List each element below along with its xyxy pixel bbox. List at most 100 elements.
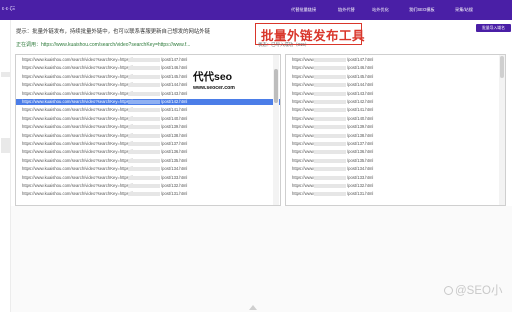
- url-suffix: /post/147.html: [347, 57, 374, 62]
- url-row[interactable]: https://www.kuaishou.com/search/video?se…: [16, 191, 280, 197]
- masked-domain: [128, 175, 160, 180]
- url-prefix: https://www.kuaishou.com/search/video?se…: [22, 141, 143, 146]
- masked-domain: [314, 74, 346, 79]
- url-row[interactable]: https://www.kuaishou.com/search/video?se…: [16, 158, 280, 164]
- url-prefix: https://www.: [292, 65, 315, 71]
- url-row[interactable]: https://www. /post/138.html: [286, 133, 505, 139]
- url-prefix: https://www.kuaishou.com/search/video?se…: [22, 73, 143, 79]
- url-suffix: /post/140.html: [161, 115, 188, 121]
- nav-item-external-links[interactable]: 链外代替: [338, 7, 355, 13]
- url-row[interactable]: https://www.kuaishou.com/search/video?se…: [16, 107, 280, 113]
- url-prefix: https://www.kuaishou.com/search/video?se…: [22, 65, 143, 71]
- nav-item-seo-templates[interactable]: 我们SEO模板: [409, 7, 435, 13]
- watermark-title: 代代seo: [193, 71, 233, 83]
- url-row[interactable]: https://www. /post/135.html: [286, 158, 505, 164]
- url-suffix: /post/133.html: [161, 174, 188, 180]
- url-row[interactable]: https://www. /post/136.html: [286, 149, 505, 155]
- watermark-site: www.seocer.com: [193, 85, 235, 91]
- url-suffix: /post/145.html: [161, 73, 188, 79]
- url-prefix: https://www.kuaishou.com/search/video?se…: [22, 149, 143, 155]
- main-nav: 代替批量链接 链外代替 站外优化 我们SEO模板 采集/站搜: [0, 0, 512, 20]
- url-prefix: https://www.kuaishou.com/search/video?se…: [22, 191, 143, 197]
- url-row[interactable]: https://www. /post/140.html: [286, 116, 505, 122]
- masked-domain: [128, 142, 160, 146]
- url-suffix: /post/137.html: [161, 141, 188, 146]
- url-row[interactable]: https://www.kuaishou.com/search/video?se…: [16, 133, 280, 139]
- url-row[interactable]: https://www.kuaishou.com/search/video?se…: [16, 175, 280, 181]
- masked-domain: [314, 167, 346, 172]
- url-suffix: /post/139.html: [161, 124, 188, 130]
- left-list-scrollbar[interactable]: [273, 55, 279, 205]
- url-row[interactable]: https://www.kuaishou.com/search/video?se…: [16, 166, 280, 172]
- batch-import-button[interactable]: 批量导入域名: [476, 24, 511, 32]
- scrollbar-thumb[interactable]: [500, 56, 504, 78]
- url-row[interactable]: https://www. /post/133.html: [286, 175, 505, 181]
- app-window: ε·ε·ζΞ 代替批量链接 链外代替 站外优化 我们SEO模板 采集/站搜 提示…: [0, 0, 512, 312]
- url-suffix: /post/131.html: [347, 191, 374, 197]
- url-prefix: https://www.kuaishou.com/search/video?se…: [22, 57, 143, 62]
- url-suffix: /post/139.html: [347, 124, 374, 130]
- url-prefix: https://www.kuaishou.com/search/video?se…: [22, 183, 143, 188]
- masked-domain: [314, 108, 346, 113]
- gutter-marker: [1, 72, 10, 77]
- url-row[interactable]: https://www. /post/146.html: [286, 65, 505, 71]
- masked-domain: [314, 192, 346, 197]
- scroll-up-arrow-icon[interactable]: [249, 305, 257, 310]
- url-prefix: https://www.kuaishou.com/search/video?se…: [22, 174, 143, 180]
- url-row[interactable]: https://www. /post/141.html: [286, 107, 505, 113]
- masked-domain: [314, 66, 346, 71]
- url-row[interactable]: https://www.kuaishou.com/search/video?se…: [16, 149, 280, 155]
- top-nav-bar: ε·ε·ζΞ 代替批量链接 链外代替 站外优化 我们SEO模板 采集/站搜: [0, 0, 512, 20]
- url-prefix: https://www.kuaishou.com/search/video?se…: [22, 99, 143, 104]
- url-row[interactable]: https://www. /post/139.html: [286, 124, 505, 130]
- right-list-scrollbar[interactable]: [499, 55, 505, 205]
- url-row[interactable]: https://www. /post/132.html: [286, 183, 505, 189]
- url-prefix: https://www.: [292, 90, 315, 96]
- url-prefix: https://www.: [292, 132, 315, 138]
- url-row[interactable]: https://www.kuaishou.com/search/video?se…: [16, 124, 280, 130]
- masked-domain: [314, 142, 346, 146]
- url-prefix: https://www.: [292, 107, 315, 113]
- scrollbar-thumb[interactable]: [274, 69, 278, 103]
- url-prefix: https://www.: [292, 57, 315, 62]
- nav-item-batch-links[interactable]: 代替批量链接: [291, 7, 316, 13]
- url-suffix: /post/134.html: [347, 166, 374, 172]
- url-row[interactable]: https://www. /post/144.html: [286, 82, 505, 88]
- masked-domain: [128, 66, 160, 71]
- masked-domain: [128, 116, 160, 121]
- url-row[interactable]: https://www. /post/143.html: [286, 91, 505, 97]
- url-row[interactable]: https://www. /post/145.html: [286, 74, 505, 80]
- url-row[interactable]: https://www. /post/137.html: [286, 141, 505, 147]
- url-suffix: /post/141.html: [161, 107, 188, 113]
- url-prefix: https://www.: [292, 157, 315, 163]
- url-prefix: https://www.kuaishou.com/search/video?se…: [22, 157, 143, 163]
- url-suffix: /post/146.html: [161, 65, 188, 71]
- url-row[interactable]: https://www.kuaishou.com/search/video?se…: [16, 91, 280, 97]
- url-suffix: /post/132.html: [161, 183, 188, 188]
- url-row[interactable]: https://www. /post/147.html: [286, 57, 505, 63]
- url-row[interactable]: https://www. /post/142.html: [286, 99, 505, 105]
- nav-item-collect[interactable]: 采集/站搜: [455, 7, 473, 13]
- nav-item-site-optimization[interactable]: 站外优化: [372, 7, 389, 13]
- url-row[interactable]: https://www.kuaishou.com/search/video?se…: [16, 57, 280, 63]
- url-row[interactable]: https://www. /post/131.html: [286, 191, 505, 197]
- url-prefix: https://www.kuaishou.com/search/video?se…: [22, 90, 143, 96]
- url-suffix: /post/142.html: [347, 99, 374, 104]
- masked-domain: [314, 133, 346, 138]
- url-row[interactable]: https://www.kuaishou.com/search/video?se…: [16, 141, 280, 147]
- url-suffix: /post/140.html: [347, 115, 374, 121]
- url-row[interactable]: https://www.kuaishou.com/search/video?se…: [16, 116, 280, 122]
- url-suffix: /post/136.html: [347, 149, 374, 155]
- masked-domain: [314, 58, 346, 62]
- url-suffix: /post/134.html: [161, 166, 188, 172]
- url-suffix: /post/146.html: [347, 65, 374, 71]
- result-url-list[interactable]: https://www. /post/147.html https://www. /p…: [285, 54, 506, 206]
- url-prefix: https://www.: [292, 183, 315, 188]
- masked-domain: [128, 83, 160, 88]
- url-row[interactable]: https://www. /post/134.html: [286, 166, 505, 172]
- masked-domain: [128, 74, 160, 79]
- url-row[interactable]: https://www.kuaishou.com/search/video?se…: [16, 99, 280, 105]
- hint-text: 提示：批量外链发布，持续批量外链中，也可以联系客服更新自己想发的网站外链: [16, 29, 211, 35]
- url-row[interactable]: https://www.kuaishou.com/search/video?se…: [16, 183, 280, 189]
- url-prefix: https://www.: [292, 124, 315, 130]
